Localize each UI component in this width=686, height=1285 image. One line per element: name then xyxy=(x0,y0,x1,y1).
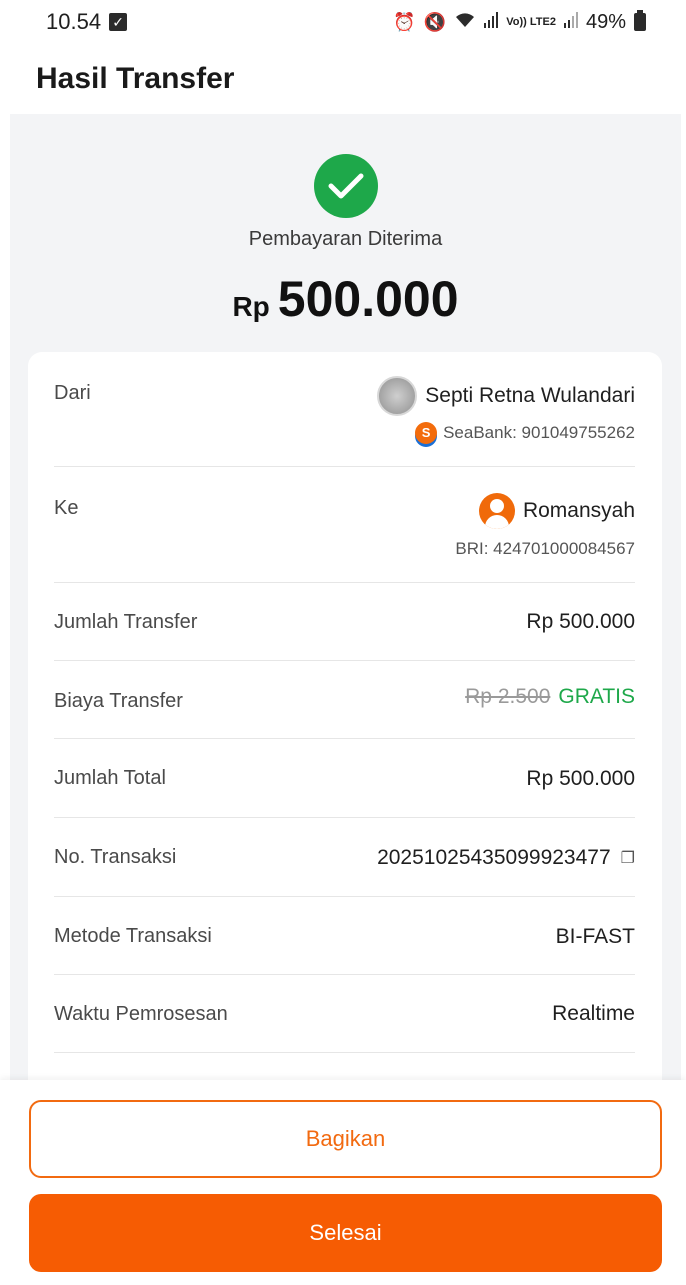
to-account: BRI: 424701000084567 xyxy=(455,539,635,559)
recipient-avatar-icon xyxy=(478,493,515,529)
seabank-logo-icon: S xyxy=(415,422,438,444)
from-party: Septi Retna Wulandari xyxy=(377,376,635,416)
to-party: Romansyah xyxy=(478,493,635,529)
from-label: Dari xyxy=(54,382,91,404)
battery-icon xyxy=(634,10,646,31)
app-header: Hasil Transfer xyxy=(0,44,686,114)
screen: 10.54 ✓ ⏰ 🔇 Vo)) LTE2 49% Hasil Transfer xyxy=(0,0,686,1285)
method-value: BI-FAST xyxy=(555,925,635,948)
row-from: Dari Septi Retna Wulandari S SeaBank: 90… xyxy=(54,352,635,467)
row-method: Metode Transaksi BI-FAST xyxy=(54,897,635,975)
payment-status: Pembayaran Diterima xyxy=(248,228,443,250)
amount-currency: Rp xyxy=(232,291,270,322)
transfer-result-content[interactable]: Pembayaran Diterima Rp 500.000 Dari Septi… xyxy=(10,114,681,1080)
checkbox-notification-icon: ✓ xyxy=(109,13,128,31)
processing-value: Realtime xyxy=(552,1002,635,1025)
wifi-icon xyxy=(454,11,476,34)
page-title: Hasil Transfer xyxy=(36,62,235,95)
transfer-amount-label: Jumlah Transfer xyxy=(54,611,198,633)
transaction-no-label: No. Transaksi xyxy=(54,846,177,868)
processing-label: Waktu Pemrosesan xyxy=(54,1003,228,1025)
alarm-icon: ⏰ xyxy=(393,11,416,32)
sender-name: Septi Retna Wulandari xyxy=(425,384,635,407)
fee-free: GRATIS xyxy=(558,685,635,708)
total-value: Rp 500.000 xyxy=(526,767,635,790)
footer-actions: Bagikan Selesai xyxy=(0,1080,686,1285)
transaction-no: 20251025435099923477 xyxy=(377,846,611,869)
to-label: Ke xyxy=(54,497,79,519)
status-left: 10.54 ✓ xyxy=(46,9,128,35)
row-processing: Waktu Pemrosesan Realtime xyxy=(54,975,635,1053)
share-button[interactable]: Bagikan xyxy=(29,1100,662,1178)
transfer-amount-value: Rp 500.000 xyxy=(526,610,635,633)
amount-display: Rp 500.000 xyxy=(10,270,681,328)
row-fee: Biaya Transfer Rp 2.500 GRATIS xyxy=(54,661,635,739)
from-account: S SeaBank: 901049755262 xyxy=(415,422,635,444)
row-total: Jumlah Total Rp 500.000 xyxy=(54,739,635,818)
clock: 10.54 xyxy=(46,9,102,34)
recipient-account: BRI: 424701000084567 xyxy=(455,539,635,558)
row-transfer-amount: Jumlah Transfer Rp 500.000 xyxy=(54,583,635,661)
recipient-name: Romansyah xyxy=(522,499,635,522)
amount-value: 500.000 xyxy=(277,271,459,327)
status-right: ⏰ 🔇 Vo)) LTE2 49% xyxy=(393,10,646,34)
total-label: Jumlah Total xyxy=(54,767,166,789)
battery-percent: 49% xyxy=(585,10,626,33)
done-button[interactable]: Selesai xyxy=(29,1194,662,1272)
signal-icon-2 xyxy=(563,11,578,33)
details-card: Dari Septi Retna Wulandari S SeaBank: 90… xyxy=(28,352,662,1080)
mute-icon: 🔇 xyxy=(423,11,447,32)
success-check-icon xyxy=(314,154,378,218)
sender-account: SeaBank: 901049755262 xyxy=(443,423,635,442)
status-bar: 10.54 ✓ ⏰ 🔇 Vo)) LTE2 49% xyxy=(0,0,686,44)
copy-icon[interactable]: ❐ xyxy=(621,848,635,868)
fee-original: Rp 2.500 xyxy=(465,685,551,708)
transaction-no-value: 20251025435099923477 ❐ xyxy=(377,846,635,870)
fee-label: Biaya Transfer xyxy=(54,690,183,712)
method-label: Metode Transaksi xyxy=(54,925,212,947)
fee-value: Rp 2.500 GRATIS xyxy=(465,685,635,709)
sender-avatar xyxy=(377,376,418,416)
volte-label: Vo)) LTE2 xyxy=(506,15,556,28)
row-transaction-no: No. Transaksi 20251025435099923477 ❐ xyxy=(54,818,635,897)
row-to: Ke Romansyah BRI: 424701000084567 xyxy=(54,467,635,583)
signal-icon-1 xyxy=(484,11,499,33)
